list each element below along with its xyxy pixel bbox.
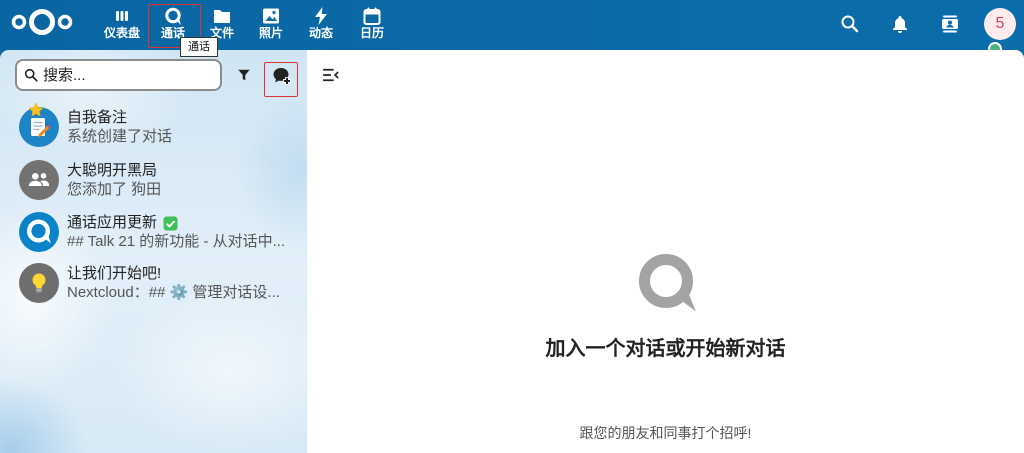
- nav-label: 照片: [258, 26, 283, 40]
- nav-label: 日历: [359, 26, 384, 40]
- talk-logo-icon: [19, 212, 59, 252]
- empty-state-title: 加入一个对话或开始新对话: [545, 338, 786, 360]
- nextcloud-logo-icon[interactable]: [10, 6, 74, 38]
- new-conversation-button[interactable]: [265, 59, 299, 93]
- conversation-title: 让我们开始吧!: [67, 265, 299, 283]
- conversation-title-text: 自我备注: [67, 109, 128, 126]
- notifications-button[interactable]: [889, 13, 911, 35]
- conversation-last-message: Nextcloud：## ⚙️ 管理对话设...: [67, 284, 280, 301]
- conversation-title-text: 大聪明开黑局: [67, 162, 158, 179]
- filter-icon: [237, 68, 251, 82]
- main-panel: 加入一个对话或开始新对话 跟您的朋友和同事打个招呼!: [307, 50, 1024, 453]
- activity-icon: [311, 6, 331, 26]
- search-input[interactable]: [43, 61, 218, 89]
- conversation-last-message: 您添加了 狗田: [67, 181, 162, 198]
- favorite-star-icon: [28, 102, 44, 118]
- empty-state-subtitle: 跟您的朋友和同事打个招呼!: [579, 425, 752, 441]
- top-header: 仪表盘 通话 文件 照片 动态 日历 5: [0, 0, 1024, 50]
- nav-item-activity[interactable]: 动态: [296, 0, 346, 48]
- dashboard-icon: [112, 6, 132, 26]
- conversation-title: 通话应用更新: [67, 214, 299, 232]
- conversation-title: 自我备注: [67, 109, 299, 127]
- nav-item-calendar[interactable]: 日历: [347, 0, 397, 48]
- conversation-title-text: 通话应用更新: [67, 214, 158, 231]
- search-box: [15, 59, 222, 91]
- talk-icon: [163, 6, 183, 26]
- conversation-item[interactable]: 大聪明开黑局 您添加了 狗田: [0, 154, 307, 206]
- chat-plus-icon: [272, 66, 292, 86]
- conversation-sidebar: 自我备注 系统创建了对话 大聪明开黑局 您添加了 狗田 通话应用更新 ## Ta…: [0, 50, 307, 453]
- tooltip: 通话: [180, 37, 218, 57]
- conversation-last-message: ## Talk 21 的新功能 - 从对话中...: [67, 233, 286, 250]
- conversation-title: 大聪明开黑局: [67, 162, 299, 180]
- nav-item-photos[interactable]: 照片: [246, 0, 296, 48]
- bell-icon: [890, 14, 910, 34]
- calendar-icon: [362, 6, 382, 26]
- contacts-icon: [940, 14, 960, 34]
- nav-label: 仪表盘: [103, 26, 140, 40]
- user-avatar[interactable]: 5: [984, 8, 1016, 40]
- lightbulb-emoji-icon: [19, 263, 59, 303]
- talk-logo-icon: [638, 253, 698, 313]
- photos-icon: [261, 6, 281, 26]
- folder-icon: [212, 6, 232, 26]
- nav-item-dashboard[interactable]: 仪表盘: [97, 0, 147, 48]
- conversation-title-text: 让我们开始吧!: [67, 265, 162, 282]
- conversation-last-message: 系统创建了对话: [67, 128, 173, 145]
- nav-label: 动态: [308, 26, 333, 40]
- contacts-menu-button[interactable]: [939, 13, 961, 35]
- header-search-button[interactable]: [839, 13, 861, 35]
- app-content: 自我备注 系统创建了对话 大聪明开黑局 您添加了 狗田 通话应用更新 ## Ta…: [0, 50, 1024, 453]
- conversation-item[interactable]: 自我备注 系统创建了对话: [0, 101, 307, 153]
- conversation-item[interactable]: 让我们开始吧! Nextcloud：## ⚙️ 管理对话设...: [0, 257, 307, 309]
- check-mark-emoji-icon: [163, 216, 178, 231]
- menu-open-icon: [322, 68, 340, 82]
- toggle-sidebar-button[interactable]: [319, 64, 343, 86]
- filter-button[interactable]: [234, 65, 254, 85]
- conversation-item[interactable]: 通话应用更新 ## Talk 21 的新功能 - 从对话中...: [0, 206, 307, 258]
- search-icon: [24, 68, 38, 82]
- search-icon: [840, 14, 860, 34]
- group-icon: [19, 160, 59, 200]
